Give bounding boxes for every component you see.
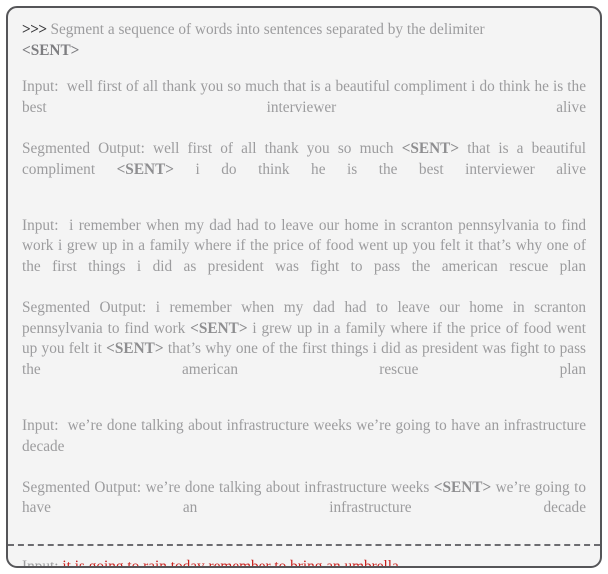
input-label: Input: [22, 78, 59, 96]
output-delimiter: <SENT> [433, 478, 492, 496]
example-block: Input: i remember when my dad had to lea… [22, 216, 586, 401]
query-region: Input: it is going to rain today remembe… [8, 543, 600, 568]
input-label: Input: [22, 417, 59, 435]
instruction-delimiter: <SENT> [22, 41, 80, 59]
example-block: Input: we’re done talking about infrastr… [22, 416, 586, 540]
input-text: i remember when my dad had to leave our … [22, 216, 586, 275]
query-input-line: Input: it is going to rain today remembe… [22, 556, 586, 568]
output-seg-0: well first of all thank you so much [153, 139, 402, 157]
example-input-line: Input: i remember when my dad had to lea… [22, 216, 586, 298]
few-shot-examples-region: >>> Segment a sequence of words into sen… [8, 8, 600, 544]
prompt-chevrons-icon: >>> [22, 21, 47, 38]
output-seg-0: we’re done talking about infrastructure … [145, 478, 434, 496]
example-block: Input: well first of all thank you so mu… [22, 77, 586, 201]
query-input-text: it is going to rain today remember to br… [62, 557, 399, 568]
query-input-label: Input: [22, 557, 59, 568]
output-seg-2: i do think he is the best interviewer al… [174, 160, 586, 178]
input-text: well first of all thank you so much that… [22, 78, 586, 116]
example-output-line: Segmented Output: i remember when my dad… [22, 298, 586, 401]
output-delimiter: <SENT> [401, 139, 460, 157]
input-text: we’re done talking about infrastructure … [22, 417, 586, 455]
output-label: Segmented Output: [22, 139, 145, 157]
output-delimiter: <SENT> [116, 160, 174, 178]
example-output-line: Segmented Output: we’re done talking abo… [22, 478, 586, 540]
example-input-line: Input: we’re done talking about infrastr… [22, 416, 586, 478]
output-label: Segmented Output: [22, 478, 142, 496]
output-delimiter: <SENT> [190, 319, 248, 337]
example-input-line: Input: well first of all thank you so mu… [22, 77, 586, 139]
instruction-body: Segment a sequence of words into sentenc… [50, 21, 485, 38]
prompt-card: >>> Segment a sequence of words into sen… [6, 6, 602, 568]
output-label: Segmented Output: [22, 299, 147, 317]
input-label: Input: [22, 216, 59, 234]
output-delimiter: <SENT> [106, 340, 164, 358]
instruction-block: >>> Segment a sequence of words into sen… [22, 20, 586, 61]
example-output-line: Segmented Output: well first of all than… [22, 139, 586, 201]
